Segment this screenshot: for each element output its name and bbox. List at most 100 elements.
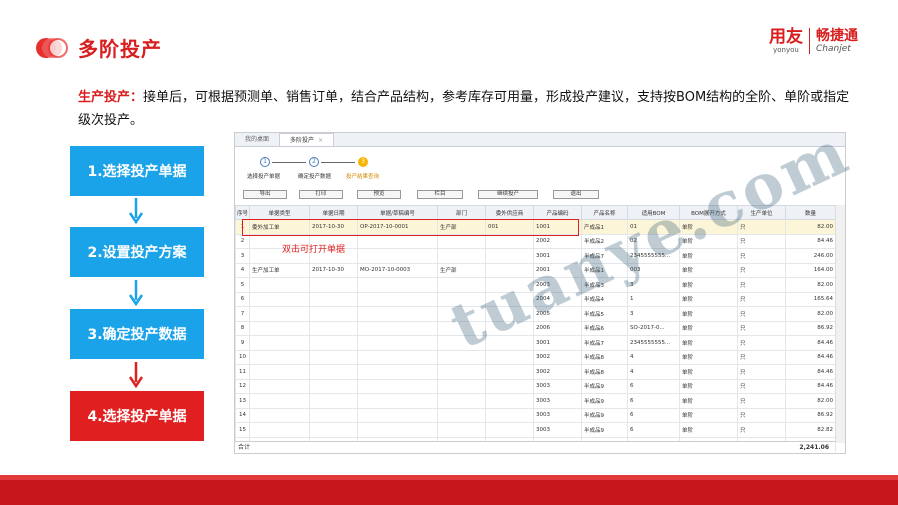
table-cell: 单阶	[679, 291, 738, 307]
table-cell: 15	[235, 422, 250, 438]
table-row[interactable]: 13 3003 半成品9 6 单阶只 82.00	[235, 393, 836, 409]
table-cell	[249, 320, 310, 336]
step-3: 3.确定投产数据	[70, 309, 204, 359]
column-header[interactable]: 单据日期	[309, 205, 358, 220]
table-cell: 86.92	[785, 407, 836, 423]
close-icon[interactable]: ×	[318, 137, 323, 144]
table-cell: 半成品9	[581, 378, 628, 394]
table-row[interactable]: 15 3003 半成品9 6 单阶只 82.82	[235, 422, 836, 438]
table-cell: 84.46	[785, 349, 836, 365]
table-cell: 3002	[533, 364, 582, 380]
table-cell: 半成品6	[581, 320, 628, 336]
table-cell	[357, 364, 438, 380]
table-cell	[357, 422, 438, 438]
logo-dots-icon	[36, 38, 68, 58]
table-row[interactable]: 10 3002 半成品8 4 单阶只 84.46	[235, 349, 836, 365]
table-cell	[485, 320, 534, 336]
table-cell: 4	[235, 262, 250, 278]
table-cell: 只	[737, 248, 786, 264]
column-header[interactable]: 单据类型	[249, 205, 310, 220]
scrollbar[interactable]	[835, 205, 845, 443]
tab-desktop[interactable]: 我的桌面	[235, 133, 279, 146]
table-row[interactable]: 5 2003 半成品3 3 单阶只 82.00	[235, 277, 836, 293]
table-cell	[249, 349, 310, 365]
table-cell: 3	[627, 306, 680, 322]
table-cell	[357, 335, 438, 351]
table-cell: 半成品9	[581, 407, 628, 423]
export-button[interactable]: 导出	[243, 190, 287, 199]
table-cell	[309, 378, 358, 394]
column-header[interactable]: 数量	[785, 205, 836, 220]
column-header[interactable]: BOM展开方式	[679, 205, 738, 220]
table-cell: 82.00	[785, 277, 836, 293]
column-header[interactable]: 适用BOM	[627, 205, 680, 220]
app-screenshot: 我的桌面 多阶投产 × 1 2 3 选择投产单据 确定投产数据 投产结果查询 导出…	[234, 132, 846, 454]
table-row[interactable]: 7 2005 半成品5 3 单阶只 82.00	[235, 306, 836, 322]
column-header[interactable]: 产品名称	[581, 205, 628, 220]
table-cell: 半成品8	[581, 364, 628, 380]
table-cell: 4	[627, 364, 680, 380]
table-cell	[485, 291, 534, 307]
table-row[interactable]: 6 2004 半成品4 1 单阶只 165.64	[235, 291, 836, 307]
table-cell	[437, 378, 486, 394]
table-cell: 生产加工单	[249, 262, 310, 278]
tab-multilevel[interactable]: 多阶投产 ×	[279, 133, 335, 146]
table-row[interactable]: 4 生产加工单 2017-10-30 MO-2017-10-0003 生产部 2001 半成…	[235, 262, 836, 278]
continue-button[interactable]: 继续投产	[478, 190, 538, 199]
table-cell	[357, 248, 438, 264]
table-cell	[309, 393, 358, 409]
table-cell: 2345555555...	[627, 335, 680, 351]
print-button[interactable]: 打印	[299, 190, 343, 199]
table-row[interactable]: 14 3003 半成品9 6 单阶只 86.92	[235, 407, 836, 423]
table-row[interactable]: 11 3002 半成品8 4 单阶只 84.46	[235, 364, 836, 380]
table-cell: 只	[737, 407, 786, 423]
table-cell	[357, 349, 438, 365]
table-row[interactable]: 12 3003 半成品9 6 单阶只 84.46	[235, 378, 836, 394]
table-cell: 单阶	[679, 422, 738, 438]
table-cell: 6	[627, 422, 680, 438]
column-header[interactable]: 部门	[437, 205, 486, 220]
table-cell: 13	[235, 393, 250, 409]
table-cell	[309, 291, 358, 307]
brand-yonyou-en: yonyou	[773, 45, 799, 54]
table-cell	[249, 364, 310, 380]
columns-button[interactable]: 栏目	[417, 190, 463, 199]
arrow-down-icon	[128, 198, 144, 225]
table-cell: 82.82	[785, 422, 836, 438]
column-header[interactable]: 产品编码	[533, 205, 582, 220]
table-cell	[357, 306, 438, 322]
preview-button[interactable]: 预览	[357, 190, 401, 199]
column-header[interactable]: 委外供应商	[485, 205, 534, 220]
wizard-step-2-label: 确定投产数据	[298, 174, 332, 180]
table-cell: 产成品1	[581, 219, 628, 235]
table-cell: 半成品7	[581, 335, 628, 351]
table-cell	[437, 306, 486, 322]
table-cell: 半成品5	[581, 306, 628, 322]
table-cell: 只	[737, 219, 786, 235]
table-cell	[249, 291, 310, 307]
table-row[interactable]: 8 2006 半成品6 SO-2017-0... 单阶只 86.92	[235, 320, 836, 336]
wizard: 1 2 3 选择投产单据 确定投产数据 投产结果查询	[235, 147, 845, 183]
table-cell	[485, 349, 534, 365]
table-cell: 3003	[533, 407, 582, 423]
table-cell	[485, 335, 534, 351]
table-cell: 3001	[533, 335, 582, 351]
brand-logo: 用友 yonyou 畅捷通 Chanjet	[769, 28, 858, 54]
column-header[interactable]: 生产单位	[737, 205, 786, 220]
column-header[interactable]: 单据/草稿编号	[357, 205, 438, 220]
step-2: 2.设置投产方案	[70, 227, 204, 277]
table-cell: 只	[737, 422, 786, 438]
table-cell: 3003	[533, 378, 582, 394]
table-cell	[437, 393, 486, 409]
footer-bar	[0, 475, 898, 505]
table-cell	[437, 277, 486, 293]
column-header[interactable]: 序号	[235, 205, 250, 220]
table-cell: 单阶	[679, 306, 738, 322]
exit-button[interactable]: 退出	[553, 190, 599, 199]
table-cell	[249, 407, 310, 423]
table-cell: 2003	[533, 277, 582, 293]
table-row[interactable]: 9 3001 半成品7 2345555555... 单阶只 84.46	[235, 335, 836, 351]
table-cell: 9	[235, 335, 250, 351]
table-cell: 4	[627, 349, 680, 365]
total-label: 合计	[238, 444, 251, 451]
